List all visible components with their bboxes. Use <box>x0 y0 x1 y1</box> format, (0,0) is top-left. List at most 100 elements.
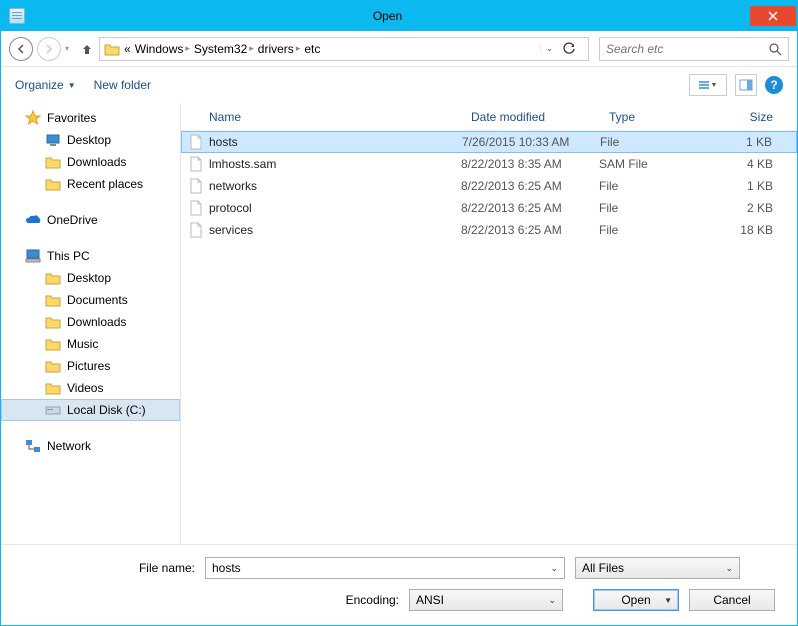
column-size[interactable]: Size <box>689 110 797 124</box>
column-type[interactable]: Type <box>599 110 689 124</box>
file-type: File <box>600 135 690 149</box>
tree-desktop[interactable]: Desktop <box>1 129 180 151</box>
cancel-button-label: Cancel <box>713 593 750 607</box>
file-size: 1 KB <box>690 135 796 149</box>
close-icon <box>768 11 778 21</box>
history-dropdown[interactable]: ▾ <box>65 44 75 53</box>
tree-label: Favorites <box>47 111 96 125</box>
file-type: File <box>599 179 689 193</box>
breadcrumb-label: etc <box>304 42 320 56</box>
tree-label: This PC <box>47 249 90 263</box>
address-bar[interactable]: « Windows▸ System32▸ drivers▸ etc ⌄ <box>99 37 589 61</box>
back-button[interactable] <box>9 37 33 61</box>
column-headers: Name Date modified Type Size <box>181 103 797 131</box>
view-options-button[interactable]: ▼ <box>689 74 727 96</box>
chevron-down-icon: ▼ <box>664 596 672 605</box>
preview-pane-icon <box>739 78 753 92</box>
file-icon <box>189 222 203 238</box>
help-icon: ? <box>770 78 777 92</box>
close-button[interactable] <box>750 6 796 26</box>
preview-pane-button[interactable] <box>735 74 757 96</box>
file-name: protocol <box>209 201 252 215</box>
tree-pc-music[interactable]: Music <box>1 333 180 355</box>
folder-icon <box>45 155 61 169</box>
file-row[interactable]: lmhosts.sam8/22/2013 8:35 AMSAM File4 KB <box>181 153 797 175</box>
tree-pc-downloads[interactable]: Downloads <box>1 311 180 333</box>
folder-icon <box>104 42 120 56</box>
titlebar: Open <box>1 1 797 31</box>
file-row[interactable]: hosts7/26/2015 10:33 AMFile1 KB <box>181 131 797 153</box>
cancel-button[interactable]: Cancel <box>689 589 775 611</box>
file-icon <box>189 200 203 216</box>
file-size: 2 KB <box>689 201 797 215</box>
navigation-bar: ▾ « Windows▸ System32▸ drivers▸ etc ⌄ <box>1 31 797 67</box>
help-button[interactable]: ? <box>765 76 783 94</box>
onedrive-icon <box>25 213 41 227</box>
search-input[interactable] <box>606 42 768 56</box>
file-type: File <box>599 223 689 237</box>
breadcrumb-item[interactable]: drivers▸ <box>258 42 301 56</box>
file-name: networks <box>209 179 257 193</box>
new-folder-button[interactable]: New folder <box>94 78 151 92</box>
encoding-value: ANSI <box>416 593 548 607</box>
breadcrumb-item[interactable]: etc <box>304 42 320 56</box>
folder-icon <box>45 271 61 285</box>
tree-downloads[interactable]: Downloads <box>1 151 180 173</box>
tree-pc-desktop[interactable]: Desktop <box>1 267 180 289</box>
tree-onedrive[interactable]: OneDrive <box>1 209 180 231</box>
drive-icon <box>45 403 61 417</box>
tree-pc-documents[interactable]: Documents <box>1 289 180 311</box>
address-dropdown[interactable]: ⌄ <box>540 43 558 54</box>
main-area: Favorites Desktop Downloads Recent place… <box>1 103 797 545</box>
chevron-right-icon: ▸ <box>296 43 301 54</box>
network-icon <box>25 439 41 453</box>
breadcrumb-item[interactable]: Windows▸ <box>135 42 190 56</box>
tree-label: Network <box>47 439 91 453</box>
open-button[interactable]: Open ▼ <box>593 589 679 611</box>
file-row[interactable]: protocol8/22/2013 6:25 AMFile2 KB <box>181 197 797 219</box>
folder-icon <box>45 293 61 307</box>
tree-label: Desktop <box>67 271 111 285</box>
file-icon <box>189 156 203 172</box>
file-icon <box>189 134 203 150</box>
list-view-icon <box>699 81 709 89</box>
search-box[interactable] <box>599 37 789 61</box>
search-icon <box>768 42 782 56</box>
forward-button[interactable] <box>37 37 61 61</box>
tree-this-pc[interactable]: This PC <box>1 245 180 267</box>
arrow-right-icon <box>44 44 54 54</box>
bottom-panel: File name: hosts ⌄ All Files ⌄ Encoding:… <box>1 545 797 625</box>
open-dialog-window: Open ▾ « Windows▸ System32▸ drivers▸ etc… <box>0 0 798 626</box>
breadcrumb-item[interactable]: System32▸ <box>194 42 254 56</box>
tree-local-disk-c[interactable]: Local Disk (C:) <box>1 399 180 421</box>
file-list-area: Name Date modified Type Size hosts7/26/2… <box>181 103 797 544</box>
up-button[interactable] <box>79 41 95 57</box>
file-name: services <box>209 223 253 237</box>
encoding-combo[interactable]: ANSI ⌄ <box>409 589 563 611</box>
tree-pc-pictures[interactable]: Pictures <box>1 355 180 377</box>
file-filter-combo[interactable]: All Files ⌄ <box>575 557 740 579</box>
file-size: 18 KB <box>689 223 797 237</box>
tree-network[interactable]: Network <box>1 435 180 457</box>
breadcrumb-prefix[interactable]: « <box>124 42 131 56</box>
column-name[interactable]: Name <box>181 110 461 124</box>
file-name: lmhosts.sam <box>209 157 276 171</box>
tree-favorites[interactable]: Favorites <box>1 107 180 129</box>
tree-label: Downloads <box>67 315 126 329</box>
file-type: File <box>599 201 689 215</box>
file-type: SAM File <box>599 157 689 171</box>
chevron-down-icon: ▼ <box>711 82 718 89</box>
filename-combo[interactable]: hosts ⌄ <box>205 557 565 579</box>
tree-label: Recent places <box>67 177 143 191</box>
file-row[interactable]: services8/22/2013 6:25 AMFile18 KB <box>181 219 797 241</box>
organize-menu[interactable]: Organize ▼ <box>15 78 76 92</box>
organize-label: Organize <box>15 78 64 92</box>
refresh-button[interactable] <box>562 42 584 56</box>
tree-label: Documents <box>67 293 128 307</box>
file-row[interactable]: networks8/22/2013 6:25 AMFile1 KB <box>181 175 797 197</box>
column-date[interactable]: Date modified <box>461 110 599 124</box>
tree-recent-places[interactable]: Recent places <box>1 173 180 195</box>
tree-pc-videos[interactable]: Videos <box>1 377 180 399</box>
folder-icon <box>45 359 61 373</box>
folder-icon <box>45 315 61 329</box>
